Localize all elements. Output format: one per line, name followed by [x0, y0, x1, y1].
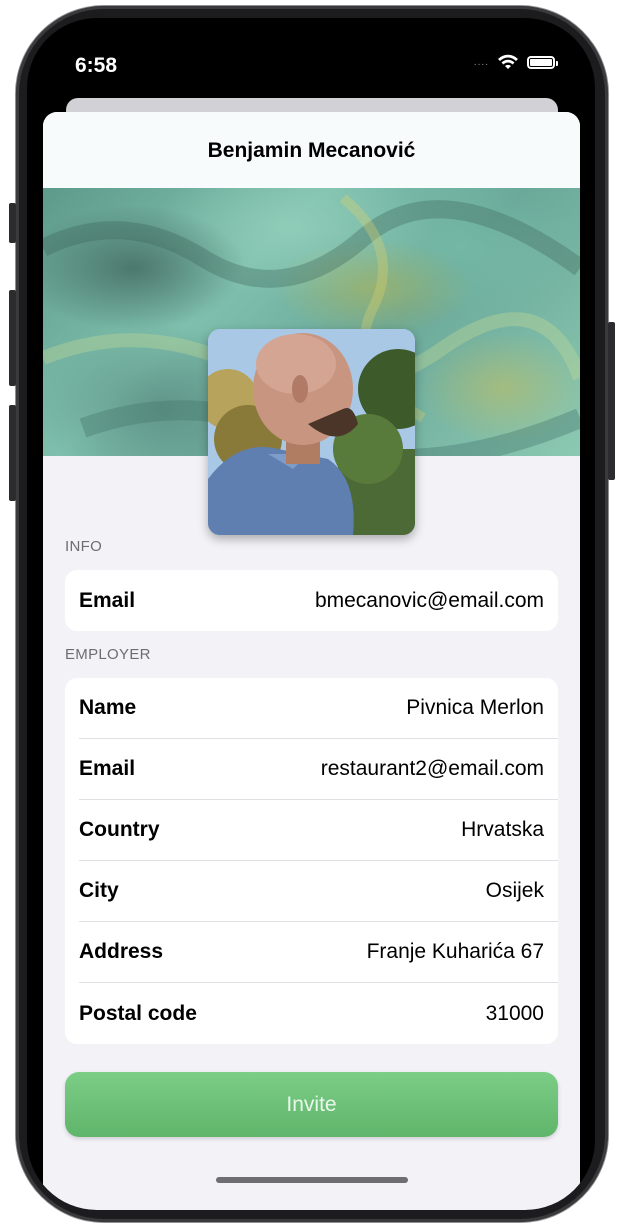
status-indicators: .... [473, 54, 558, 70]
row-label: Email [79, 757, 136, 780]
status-time: 6:58 [75, 54, 118, 77]
row-label: Country [79, 818, 160, 841]
employer-country-row[interactable]: Country Hrvatska [79, 800, 558, 861]
employer-group: Name Pivnica Merlon Email restaurant2@em… [65, 678, 558, 1044]
employer-city-row[interactable]: City Osijek [79, 861, 558, 922]
silent-switch [9, 203, 16, 243]
row-value: Pivnica Merlon [406, 696, 544, 719]
row-value: Osijek [485, 879, 544, 902]
row-value: Hrvatska [461, 818, 544, 841]
row-label: Name [79, 696, 137, 719]
invite-button[interactable]: Invite [65, 1072, 558, 1137]
screen: 6:58 .... Benjamin Mecanović INFO Email … [27, 18, 595, 1210]
info-email-row[interactable]: Email bmecanovic@email.com [79, 570, 558, 631]
row-value: bmecanovic@email.com [314, 588, 544, 612]
page-title: Benjamin Mecanović [207, 139, 416, 162]
employer-postal-code-row[interactable]: Postal code 31000 [79, 983, 558, 1044]
row-value: 31000 [485, 1001, 544, 1025]
avatar[interactable] [208, 329, 415, 535]
employer-email-row[interactable]: Email restaurant2@email.com [79, 739, 558, 800]
power-button [608, 322, 615, 480]
row-label: City [79, 879, 119, 902]
row-label: Address [79, 940, 164, 963]
home-indicator[interactable] [216, 1177, 408, 1183]
person-photo [208, 329, 415, 535]
info-group: Email bmecanovic@email.com [65, 570, 558, 631]
nav-bar: Benjamin Mecanović [43, 112, 580, 188]
volume-up-button [9, 290, 16, 386]
row-label: Postal code [79, 1001, 197, 1025]
employer-name-row[interactable]: Name Pivnica Merlon [79, 678, 558, 739]
info-section-header: INFO [65, 538, 103, 555]
battery-icon [527, 55, 558, 69]
row-value: Franje Kuharića 67 [366, 940, 544, 963]
employer-address-row[interactable]: Address Franje Kuharića 67 [79, 922, 558, 983]
profile-sheet: Benjamin Mecanović INFO Email bmecanovic… [43, 112, 580, 1210]
employer-section-header: EMPLOYER [65, 646, 151, 663]
row-label: Email [79, 588, 136, 612]
wifi-icon [498, 54, 518, 69]
row-value: restaurant2@email.com [320, 757, 544, 780]
volume-down-button [9, 405, 16, 501]
signal-icon: .... [473, 56, 489, 68]
